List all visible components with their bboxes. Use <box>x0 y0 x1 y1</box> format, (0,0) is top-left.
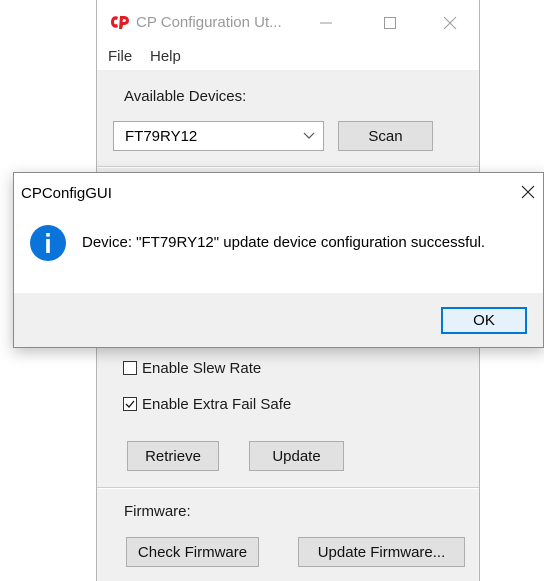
maximize-icon <box>384 17 396 29</box>
available-devices-label: Available Devices: <box>124 88 247 105</box>
close-button[interactable] <box>435 10 465 36</box>
menu-file[interactable]: File <box>108 48 132 65</box>
minimize-button[interactable] <box>311 10 341 36</box>
dialog-message: Device: "FT79RY12" update device configu… <box>82 234 486 251</box>
slew-rate-checkbox[interactable] <box>123 361 137 375</box>
window-title: CP Configuration Ut... <box>136 14 282 31</box>
update-firmware-button[interactable]: Update Firmware... <box>298 537 465 567</box>
menu-bar: File Help <box>97 46 479 70</box>
device-select[interactable]: FT79RY12 <box>113 121 324 151</box>
close-icon[interactable] <box>519 183 537 201</box>
ok-button[interactable]: OK <box>441 307 527 334</box>
extra-fail-safe-option[interactable]: Enable Extra Fail Safe <box>123 395 291 413</box>
scan-button[interactable]: Scan <box>338 121 433 151</box>
message-dialog: CPConfigGUI Device: "FT79RY12" update de… <box>13 172 544 348</box>
minimize-icon <box>320 22 332 24</box>
retrieve-button[interactable]: Retrieve <box>127 441 219 471</box>
info-icon <box>30 225 66 261</box>
separator <box>97 487 479 489</box>
slew-rate-label: Enable Slew Rate <box>142 359 262 377</box>
update-button[interactable]: Update <box>249 441 344 471</box>
separator <box>97 166 479 168</box>
device-select-value: FT79RY12 <box>125 128 198 145</box>
check-firmware-button[interactable]: Check Firmware <box>126 537 259 567</box>
slew-rate-option[interactable]: Enable Slew Rate <box>123 359 261 377</box>
menu-help[interactable]: Help <box>150 48 181 65</box>
close-icon <box>443 16 457 30</box>
extra-fail-safe-label: Enable Extra Fail Safe <box>142 395 292 413</box>
maximize-button[interactable] <box>375 10 405 36</box>
checkmark-icon <box>125 400 135 408</box>
app-logo-icon <box>111 16 129 29</box>
chevron-down-icon <box>303 132 315 139</box>
title-bar[interactable]: CP Configuration Ut... <box>97 0 479 46</box>
extra-fail-safe-checkbox[interactable] <box>123 397 137 411</box>
dialog-footer: OK <box>14 293 543 347</box>
dialog-title: CPConfigGUI <box>21 185 112 202</box>
firmware-label: Firmware: <box>124 503 191 520</box>
